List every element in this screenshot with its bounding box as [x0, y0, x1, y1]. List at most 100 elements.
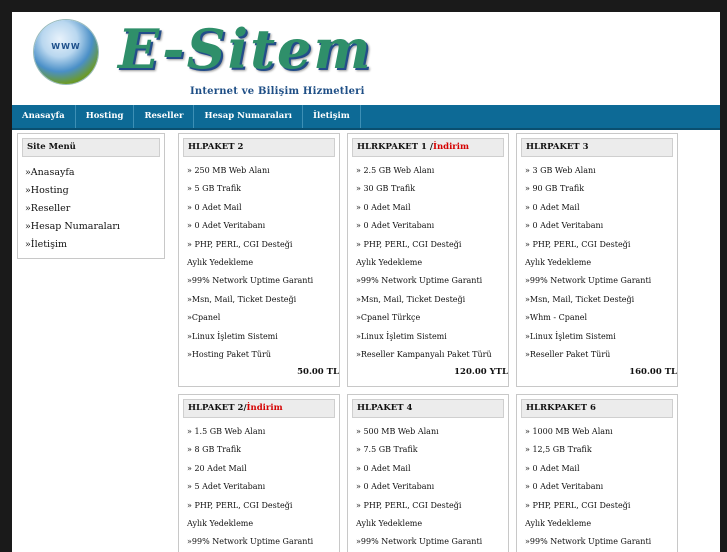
globe-label: WWW	[51, 42, 81, 51]
package-feature: Aylık Yedekleme	[187, 258, 254, 268]
package-features: » 500 MB Web Alanı » 7.5 GB Trafik » 0 Ade…	[348, 423, 508, 552]
package-feature: »Linux İşletim Sistemi	[187, 331, 278, 341]
site-menu-list: »Anasayfa »Hosting »Reseller »Hesap Numa…	[18, 164, 164, 254]
package-card: HLRKPAKET 6 » 1000 MB Web Alanı » 12,5 GB …	[516, 394, 678, 552]
package-name: HLRKPAKET 1 /	[357, 142, 433, 152]
package-feature: »Msn, Mail, Ticket Desteği	[525, 294, 635, 304]
package-feature: » 1.5 GB Web Alanı	[187, 427, 266, 436]
package-feature: »Whm - Cpanel	[525, 313, 588, 323]
package-name: HLRKPAKET 6	[526, 403, 596, 413]
site-logo-text[interactable]: E-Sitem	[118, 22, 373, 76]
package-card: HLRKPAKET 1 /İndirim» 2.5 GB Web Alanı» …	[347, 133, 509, 387]
package-feature: » 250 MB Web Alanı	[187, 166, 270, 175]
nav-anasayfa[interactable]: Anasayfa	[12, 105, 76, 128]
package-feature: Aylık Yedekleme	[187, 519, 254, 529]
nav-iletisim[interactable]: İletişim	[303, 105, 361, 128]
package-feature: »99% Network Uptime Garanti	[356, 537, 483, 547]
page: WWW E-Sitem Internet ve Bilişim Hizmetle…	[12, 12, 720, 552]
package-feature: » 3 GB Web Alanı	[525, 166, 596, 175]
site-tagline: Internet ve Bilişim Hizmetleri	[190, 86, 365, 97]
package-features: » 1.5 GB Web Alanı » 8 GB Trafik » 20 Adet…	[179, 423, 339, 552]
site-menu-link-hesap-numaralari[interactable]: »Hesap Numaraları	[25, 218, 164, 236]
package-feature: »99% Network Uptime Garanti	[525, 276, 652, 286]
nav-hosting[interactable]: Hosting	[76, 105, 135, 128]
package-card: HLRPAKET 3 » 3 GB Web Alanı » 90 GB Trafik…	[516, 133, 678, 387]
package-feature: » 7.5 GB Trafik	[356, 445, 418, 455]
package-name: HLPAKET 2/	[188, 403, 247, 413]
globe-logo-icon[interactable]: WWW	[34, 20, 98, 84]
package-price: 120.00 YTL	[454, 367, 508, 377]
package-feature: »99% Network Uptime Garanti	[187, 276, 314, 286]
site-menu-title: Site Menü	[22, 138, 160, 157]
site-menu-link-anasayfa[interactable]: »Anasayfa	[25, 164, 164, 182]
package-title: HLPAKET 2	[183, 138, 335, 157]
package-name: HLPAKET 4	[357, 403, 413, 413]
package-feature: »Cpanel Türkçe	[356, 313, 421, 323]
package-feature: » 1000 MB Web Alanı	[525, 427, 613, 436]
site-menu-link-hosting[interactable]: »Hosting	[25, 182, 164, 200]
package-feature: » PHP, PERL, CGI Desteği	[356, 500, 462, 510]
package-card: HLPAKET 2/İndirim » 1.5 GB Web Alanı » 8 G…	[178, 394, 340, 552]
package-feature: » PHP, PERL, CGI Desteği	[356, 239, 462, 249]
site-header: WWW E-Sitem Internet ve Bilişim Hizmetle…	[12, 12, 720, 105]
package-name: HLPAKET 2	[188, 142, 244, 152]
package-feature: » PHP, PERL, CGI Desteği	[525, 500, 631, 510]
package-card: HLPAKET 4 » 500 MB Web Alanı » 7.5 GB Traf…	[347, 394, 509, 552]
package-feature: »Cpanel	[187, 313, 221, 323]
package-features: » 3 GB Web Alanı » 90 GB Trafik » 0 Adet M…	[517, 162, 677, 364]
package-feature: » 0 Adet Veritabanı	[525, 482, 604, 492]
package-feature: » 2.5 GB Web Alanı	[356, 166, 435, 175]
package-feature: Aylık Yedekleme	[525, 519, 592, 529]
package-feature: »Hosting Paket Türü	[187, 350, 271, 360]
site-menu: Site Menü »Anasayfa »Hosting »Reseller »…	[17, 133, 165, 259]
package-feature: » 0 Adet Mail	[525, 463, 580, 473]
package-feature: » 500 MB Web Alanı	[356, 427, 439, 436]
package-feature: »99% Network Uptime Garanti	[356, 276, 483, 286]
package-title: HLRPAKET 3	[521, 138, 673, 157]
package-title: HLPAKET 4	[352, 399, 504, 418]
package-feature: » PHP, PERL, CGI Desteği	[187, 500, 293, 510]
package-feature: » 0 Adet Veritabanı	[356, 482, 435, 492]
package-feature: » 0 Adet Mail	[356, 463, 411, 473]
package-feature: » 0 Adet Veritabanı	[187, 221, 266, 231]
discount-label: İndirim	[432, 142, 469, 152]
package-feature: »Reseller Kampanyalı Paket Türü	[356, 350, 492, 360]
package-title: HLPAKET 2/İndirim	[183, 399, 335, 418]
package-features: » 2.5 GB Web Alanı » 30 GB Trafik » 0 Adet…	[348, 162, 508, 364]
package-price: 50.00 TL	[297, 367, 339, 377]
package-feature: »Msn, Mail, Ticket Desteği	[187, 294, 297, 304]
package-feature: » 0 Adet Veritabanı	[525, 221, 604, 231]
package-feature: »Linux İşletim Sistemi	[525, 331, 616, 341]
package-feature: » 30 GB Trafik	[356, 184, 416, 194]
package-feature: Aylık Yedekleme	[525, 258, 592, 268]
package-feature: »Linux İşletim Sistemi	[356, 331, 447, 341]
package-feature: »99% Network Uptime Garanti	[525, 537, 652, 547]
package-feature: » 8 GB Trafik	[187, 445, 241, 455]
package-title: HLRKPAKET 1 /İndirim	[352, 138, 504, 157]
nav-hesap-numaralari[interactable]: Hesap Numaraları	[194, 105, 303, 128]
site-menu-link-iletisim[interactable]: »İletişim	[25, 236, 164, 254]
package-card: HLPAKET 2 » 250 MB Web Alanı » 5 GB Trafik…	[178, 133, 340, 387]
package-feature: Aylık Yedekleme	[356, 519, 423, 529]
package-feature: Aylık Yedekleme	[356, 258, 423, 268]
package-features: » 250 MB Web Alanı » 5 GB Trafik » 0 Adet …	[179, 162, 339, 364]
package-feature: » 5 Adet Veritabanı	[187, 482, 266, 492]
package-feature: »Msn, Mail, Ticket Desteği	[356, 294, 466, 304]
package-feature: » PHP, PERL, CGI Desteği	[187, 239, 293, 249]
discount-label: İndirim	[246, 403, 283, 413]
package-feature: » PHP, PERL, CGI Desteği	[525, 239, 631, 249]
main-nav: Anasayfa Hosting Reseller Hesap Numarala…	[12, 105, 720, 130]
package-title: HLRKPAKET 6	[521, 399, 673, 418]
package-name: HLRPAKET 3	[526, 142, 589, 152]
nav-reseller[interactable]: Reseller	[134, 105, 195, 128]
package-feature: » 0 Adet Mail	[187, 202, 242, 212]
package-feature: » 5 GB Trafik	[187, 184, 241, 194]
package-feature: » 0 Adet Veritabanı	[356, 221, 435, 231]
package-feature: » 20 Adet Mail	[187, 463, 247, 473]
site-menu-link-reseller[interactable]: »Reseller	[25, 200, 164, 218]
package-feature: »99% Network Uptime Garanti	[187, 537, 314, 547]
package-feature: » 90 GB Trafik	[525, 184, 585, 194]
package-feature: » 12,5 GB Trafik	[525, 445, 592, 455]
package-feature: » 0 Adet Mail	[356, 202, 411, 212]
package-feature: » 0 Adet Mail	[525, 202, 580, 212]
